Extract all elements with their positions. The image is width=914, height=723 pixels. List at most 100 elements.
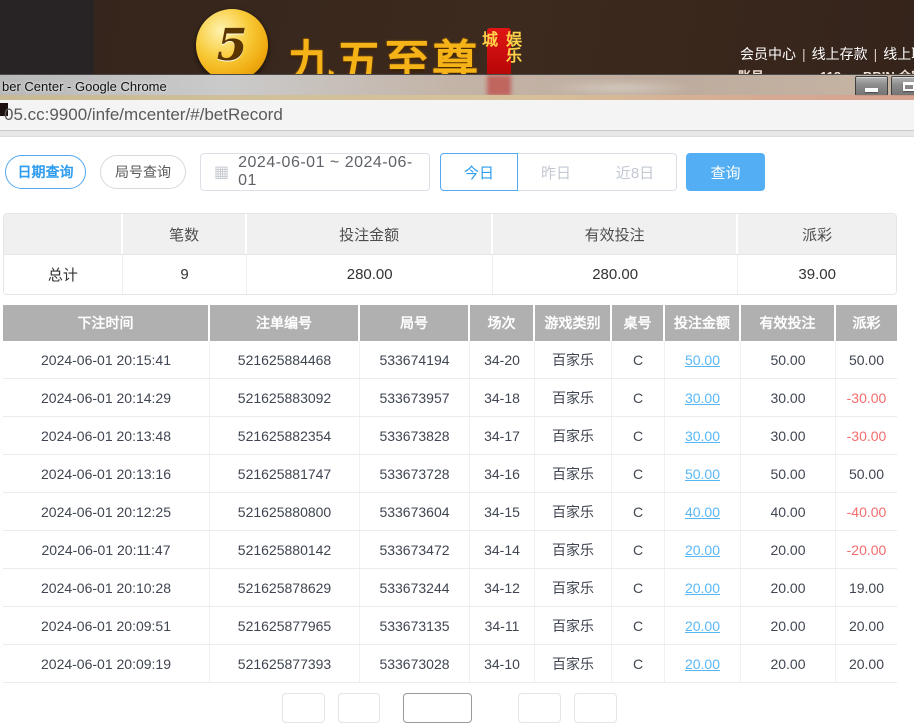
bet-amount-link[interactable]: 20.00 xyxy=(685,542,720,558)
round-query-tab[interactable]: 局号查询 xyxy=(100,155,186,189)
calendar-icon: ▦ xyxy=(214,164,230,181)
bet-time-cell: 2024-06-01 20:13:48 xyxy=(3,417,210,454)
date-query-tab[interactable]: 日期查询 xyxy=(5,155,86,189)
bet-id-cell: 521625880800 xyxy=(210,493,360,530)
round-id-cell: 533673828 xyxy=(360,417,470,454)
payout-cell: 20.00 xyxy=(848,617,885,634)
valid-bet-cell: 30.00 xyxy=(741,379,836,416)
date-query-label: 日期查询 xyxy=(17,164,74,180)
maximize-icon xyxy=(903,81,914,91)
account-info: 账号118BBIN 余额 xyxy=(738,66,914,74)
game-type-cell: 百家乐 xyxy=(535,341,612,378)
table-row: 2024-06-01 20:11:47 521625880142 533673472… xyxy=(3,531,897,569)
search-button[interactable]: 查询 xyxy=(686,153,765,191)
valid-bet-cell: 50.00 xyxy=(741,455,836,492)
site-header: 5 九五至尊 娱乐城 会员中心 | 线上存款 | 线上取 账号118BBIN 余额 xyxy=(0,0,914,74)
bet-amount-link[interactable]: 30.00 xyxy=(685,428,720,444)
url-text[interactable]: 05.cc:9900/infe/mcenter/#/betRecord xyxy=(4,100,283,130)
table-row: 2024-06-01 20:09:19 521625877393 533673028… xyxy=(3,645,897,683)
bet-amount-link[interactable]: 40.00 xyxy=(685,504,720,520)
round-id-cell: 533674194 xyxy=(360,341,470,378)
table-no-cell: C xyxy=(612,607,665,644)
column-header-round-id: 局号 xyxy=(360,305,470,341)
summary-total-row: 总计 9 280.00 280.00 39.00 xyxy=(4,254,896,294)
brand-logo-icon: 5 xyxy=(196,9,268,74)
valid-bet-cell: 20.00 xyxy=(741,531,836,568)
summary-total-payout: 39.00 xyxy=(798,266,836,283)
bet-time-cell: 2024-06-01 20:09:51 xyxy=(3,607,210,644)
session-cell: 34-20 xyxy=(470,341,535,378)
table-no-cell: C xyxy=(612,455,665,492)
session-cell: 34-10 xyxy=(470,645,535,682)
session-cell: 34-18 xyxy=(470,379,535,416)
payout-cell: -30.00 xyxy=(846,389,887,406)
bet-amount-link[interactable]: 20.00 xyxy=(685,618,720,634)
bet-table-header: 下注时间 注单编号 局号 场次 游戏类别 桌号 投注金额 有效投注 派彩 xyxy=(3,305,897,341)
summary-header-empty xyxy=(4,214,123,254)
nav-online-deposit[interactable]: 线上存款 xyxy=(812,46,868,62)
round-id-cell: 533673728 xyxy=(360,455,470,492)
summary-header-payout: 派彩 xyxy=(802,226,833,244)
bet-time-cell: 2024-06-01 20:15:41 xyxy=(3,341,210,378)
nav-member-center[interactable]: 会员中心 xyxy=(740,46,796,62)
glass-blur-logo xyxy=(540,80,700,96)
brand-banner: 娱乐城 xyxy=(479,28,520,74)
minimize-button[interactable] xyxy=(855,76,888,96)
valid-bet-cell: 20.00 xyxy=(741,607,836,644)
pagination-current-page[interactable] xyxy=(403,693,472,723)
bet-amount-cell: 20.00 xyxy=(665,569,741,606)
bet-amount-link[interactable]: 20.00 xyxy=(685,580,720,596)
bet-id-cell: 521625877965 xyxy=(210,607,360,644)
table-no-cell: C xyxy=(612,493,665,530)
bet-time-cell: 2024-06-01 20:10:28 xyxy=(3,569,210,606)
payout-cell: -40.00 xyxy=(846,503,887,520)
summary-total-bet-amount: 280.00 xyxy=(247,255,493,294)
column-header-valid-bet: 有效投注 xyxy=(741,305,836,341)
table-no-cell: C xyxy=(612,645,665,682)
today-button[interactable]: 今日 xyxy=(440,153,518,191)
bet-record-table: 下注时间 注单编号 局号 场次 游戏类别 桌号 投注金额 有效投注 派彩 2024-06-01 … xyxy=(3,305,897,683)
maximize-button[interactable] xyxy=(891,76,914,96)
payout-cell: 50.00 xyxy=(848,351,885,368)
address-bar[interactable]: 05.cc:9900/infe/mcenter/#/betRecord xyxy=(0,100,914,131)
round-id-cell: 533673604 xyxy=(360,493,470,530)
bet-amount-link[interactable]: 50.00 xyxy=(685,352,720,368)
game-type-cell: 百家乐 xyxy=(535,493,612,530)
bet-time-cell: 2024-06-01 20:11:47 xyxy=(3,531,210,568)
last-8-days-button[interactable]: 近8日 xyxy=(594,153,677,191)
bet-amount-link[interactable]: 20.00 xyxy=(685,656,720,672)
summary-header-bet-amount: 投注金额 xyxy=(247,214,493,254)
pagination-button[interactable] xyxy=(282,693,325,723)
search-button-label: 查询 xyxy=(710,164,741,182)
nav-online-withdraw[interactable]: 线上取 xyxy=(883,46,914,62)
table-row: 2024-06-01 20:09:51 521625877965 533673135… xyxy=(3,607,897,645)
session-cell: 34-17 xyxy=(470,417,535,454)
valid-bet-cell: 20.00 xyxy=(741,569,836,606)
column-header-table-no: 桌号 xyxy=(612,305,665,341)
logo-badge: 5 xyxy=(216,19,248,71)
bet-amount-cell: 20.00 xyxy=(665,607,741,644)
game-type-cell: 百家乐 xyxy=(535,531,612,568)
pagination-button[interactable] xyxy=(338,693,380,723)
window-title: ber Center - Google Chrome xyxy=(2,79,167,94)
date-range-input[interactable]: ▦ 2024-06-01 ~ 2024-06-01 xyxy=(200,153,430,191)
yesterday-label: 昨日 xyxy=(540,164,571,182)
header-nav: 会员中心 | 线上存款 | 线上取 xyxy=(740,44,914,64)
table-row: 2024-06-01 20:13:16 521625881747 533673728… xyxy=(3,455,897,493)
valid-bet-cell: 20.00 xyxy=(741,645,836,682)
table-row: 2024-06-01 20:10:28 521625878629 533673244… xyxy=(3,569,897,607)
window-titlebar[interactable]: ber Center - Google Chrome xyxy=(0,74,914,100)
valid-bet-cell: 40.00 xyxy=(741,493,836,530)
pagination-button[interactable] xyxy=(518,693,561,723)
header-dark-block xyxy=(0,0,94,74)
bet-time-cell: 2024-06-01 20:14:29 xyxy=(3,379,210,416)
bet-amount-link[interactable]: 50.00 xyxy=(685,466,720,482)
table-no-cell: C xyxy=(612,569,665,606)
yesterday-button[interactable]: 昨日 xyxy=(517,153,595,191)
round-id-cell: 533673135 xyxy=(360,607,470,644)
pagination-button[interactable] xyxy=(574,693,617,723)
game-type-cell: 百家乐 xyxy=(535,417,612,454)
bet-amount-link[interactable]: 30.00 xyxy=(685,390,720,406)
bet-id-cell: 521625882354 xyxy=(210,417,360,454)
minimize-icon xyxy=(865,88,878,92)
